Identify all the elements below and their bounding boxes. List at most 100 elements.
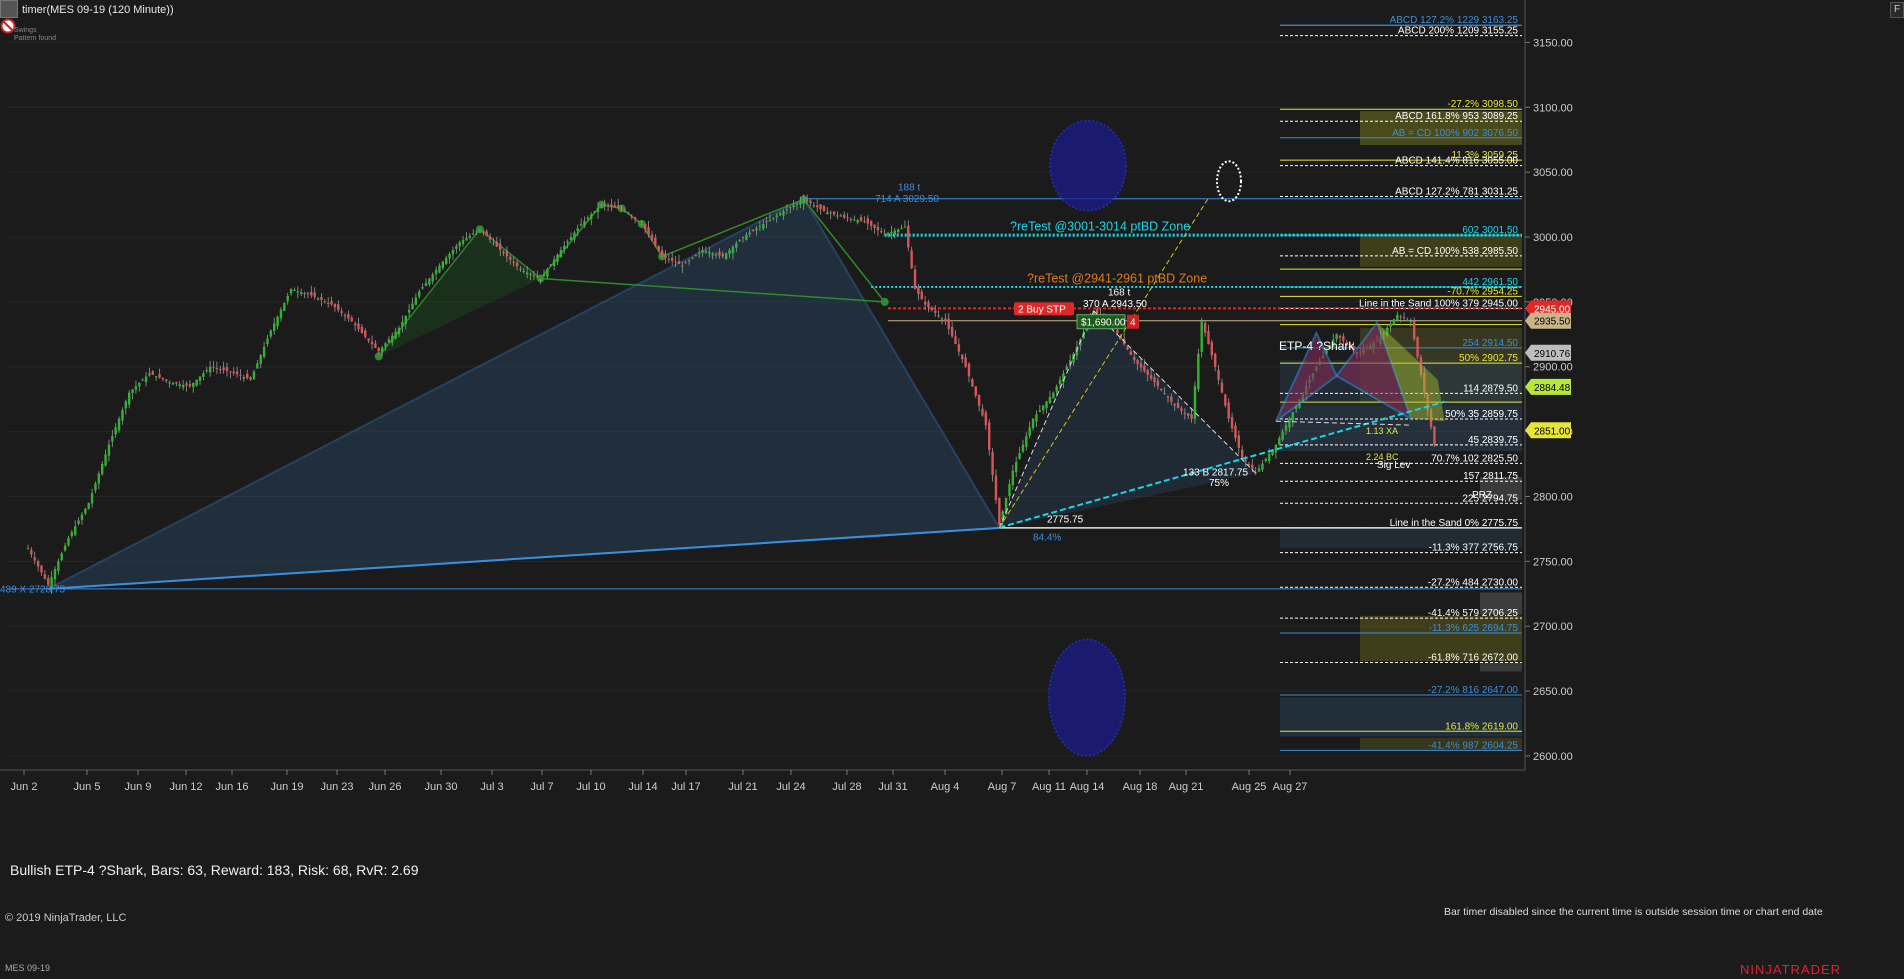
- candle-body: [1207, 330, 1210, 345]
- candle-body: [1055, 386, 1058, 392]
- time-tick-label: Jun 19: [270, 781, 303, 793]
- candle-body: [579, 224, 583, 226]
- candle-body: [816, 205, 819, 208]
- window-close-icon[interactable]: [0, 0, 18, 18]
- time-tick-label: Jul 21: [728, 781, 757, 793]
- candle-body: [455, 246, 458, 249]
- candle-body: [26, 548, 30, 550]
- level-label: -61.8% 716 2672.00: [1428, 653, 1519, 664]
- time-tick-label: Jun 26: [368, 781, 401, 793]
- candle-body: [158, 374, 161, 378]
- candle-body: [104, 454, 107, 466]
- candle-body: [242, 377, 246, 379]
- candle-body: [434, 269, 438, 274]
- pattern-annotation: ?reTest @3001-3014 ptBD Zone: [1010, 220, 1190, 234]
- f-button[interactable]: F: [1890, 2, 1904, 18]
- level-label: 161.8% 2619.00: [1445, 721, 1518, 732]
- candle-body: [998, 497, 1001, 526]
- level-label: AB = CD 100% 538 2985.50: [1392, 246, 1518, 257]
- candle-body: [347, 314, 350, 319]
- candle-body: [117, 418, 121, 431]
- candle-body: [886, 233, 890, 236]
- candle-body: [107, 444, 111, 456]
- candle-body: [866, 218, 870, 224]
- price-marker-label: 2851.00: [1534, 426, 1571, 437]
- level-label: 50% 35 2859.75: [1445, 409, 1518, 420]
- candle-body: [1139, 363, 1143, 368]
- candle-body: [1197, 353, 1200, 390]
- candle-body: [1035, 414, 1038, 422]
- candle-body: [498, 243, 502, 250]
- candle-body: [451, 249, 455, 255]
- candle-body: [617, 205, 620, 208]
- time-tick-label: Aug 27: [1273, 781, 1308, 793]
- candle-body: [276, 316, 279, 327]
- candle-body: [188, 384, 192, 387]
- level-label: -41.4% 987 2604.25: [1428, 740, 1519, 751]
- price-tick-label: 2600.00: [1533, 751, 1573, 763]
- level-label: ABCD 200% 1209 3155.25: [1398, 26, 1519, 37]
- candle-body: [1018, 453, 1021, 460]
- candle-body: [269, 330, 273, 337]
- candle-body: [536, 276, 539, 278]
- candle-body: [583, 220, 586, 227]
- candle-body: [809, 200, 812, 204]
- candle-body: [357, 323, 360, 330]
- price-chart[interactable]: ABCD 127.2% 1229 3163.25ABCD 200% 1209 3…: [0, 0, 1904, 979]
- candle-body: [846, 217, 849, 219]
- candle-body: [903, 226, 907, 228]
- candle-body: [286, 295, 289, 302]
- candle-body: [310, 291, 313, 296]
- candle-body: [364, 330, 367, 337]
- candle-body: [360, 326, 364, 334]
- candle-body: [923, 301, 927, 305]
- level-label: 254 2914.50: [1462, 338, 1518, 349]
- candle-body: [266, 338, 269, 345]
- pattern-annotation: 75%: [1209, 478, 1229, 489]
- time-tick-label: Jul 10: [576, 781, 605, 793]
- level-label: ABCD 161.8% 953 3089.25: [1395, 111, 1518, 122]
- price-tick-label: 3150.00: [1533, 37, 1573, 49]
- level-label: -27.2% 816 2647.00: [1428, 685, 1519, 696]
- level-label: 45 2839.75: [1468, 435, 1518, 446]
- candle-body: [724, 253, 728, 259]
- candle-body: [333, 303, 337, 308]
- candle-body: [735, 243, 738, 248]
- candle-body: [778, 213, 782, 215]
- candle-body: [519, 268, 522, 270]
- level-label: 114 2879.50: [1463, 383, 1518, 394]
- time-tick-label: Jun 16: [215, 781, 248, 793]
- time-tick-label: Aug 4: [931, 781, 960, 793]
- candle-body: [971, 379, 974, 387]
- candle-body: [404, 315, 407, 324]
- candle-body: [448, 253, 451, 259]
- candle-body: [397, 327, 401, 335]
- pnl-label: $1,690.00: [1081, 318, 1126, 329]
- candle-body: [148, 373, 151, 376]
- candle-body: [711, 253, 714, 256]
- candle-body: [485, 231, 488, 237]
- candle-body: [1116, 329, 1119, 334]
- candle-body: [111, 435, 114, 442]
- candle-body: [168, 382, 171, 384]
- candle-body: [984, 412, 988, 426]
- candle-body: [279, 309, 283, 319]
- candle-body: [1160, 388, 1163, 391]
- candle-body: [289, 288, 293, 294]
- candle-body: [721, 253, 724, 257]
- candle-body: [674, 261, 677, 263]
- pattern-annotation: 84.4%: [1033, 533, 1061, 544]
- candle-body: [1136, 360, 1139, 364]
- time-tick-label: Jun 9: [125, 781, 152, 793]
- candle-body: [283, 302, 286, 311]
- time-tick-label: Aug 14: [1070, 781, 1105, 793]
- candle-body: [687, 260, 691, 262]
- candle-body: [1021, 444, 1025, 452]
- candle-body: [974, 386, 977, 396]
- candle-body: [70, 532, 74, 537]
- candle-body: [654, 237, 657, 246]
- candle-body: [718, 251, 721, 256]
- candle-body: [57, 561, 60, 572]
- candle-body: [927, 302, 930, 308]
- candle-body: [445, 257, 448, 265]
